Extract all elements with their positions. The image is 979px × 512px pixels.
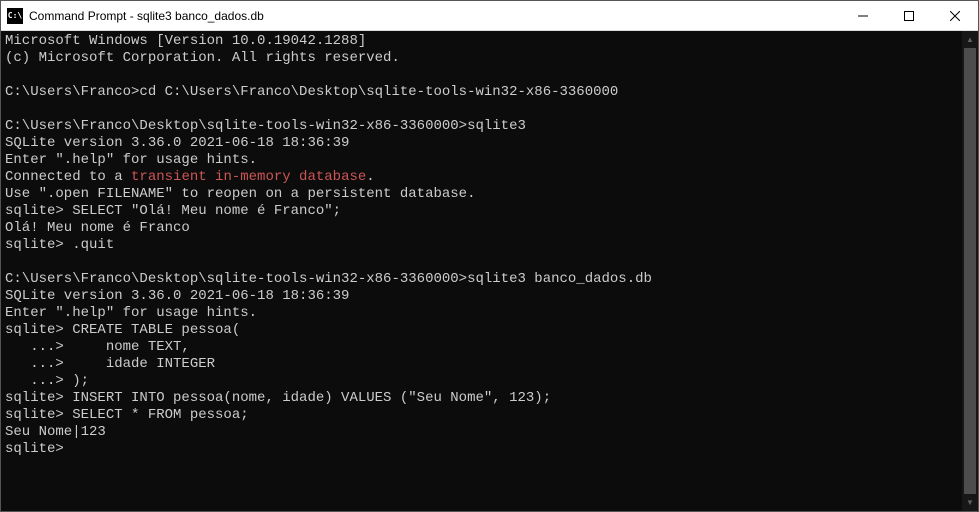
terminal-line xyxy=(5,254,958,271)
terminal-output[interactable]: Microsoft Windows [Version 10.0.19042.12… xyxy=(1,31,962,511)
terminal-line: sqlite> SELECT "Olá! Meu nome é Franco"; xyxy=(5,203,958,220)
scroll-up-arrow-icon[interactable]: ▲ xyxy=(962,31,978,48)
titlebar[interactable]: C:\ Command Prompt - sqlite3 banco_dados… xyxy=(1,1,978,31)
close-button[interactable] xyxy=(932,1,978,30)
terminal-line: sqlite> INSERT INTO pessoa(nome, idade) … xyxy=(5,390,958,407)
terminal-text: . xyxy=(366,169,374,185)
terminal-line: Connected to a transient in-memory datab… xyxy=(5,169,958,186)
maximize-button[interactable] xyxy=(886,1,932,30)
terminal-text-highlight: transient in-memory database xyxy=(131,169,366,185)
terminal-line xyxy=(5,67,958,84)
terminal-line: SQLite version 3.36.0 2021-06-18 18:36:3… xyxy=(5,135,958,152)
window-title: Command Prompt - sqlite3 banco_dados.db xyxy=(29,9,840,23)
terminal-line: sqlite> CREATE TABLE pessoa( xyxy=(5,322,958,339)
terminal-text: Connected to a xyxy=(5,169,131,185)
terminal-line: C:\Users\Franco>cd C:\Users\Franco\Deskt… xyxy=(5,84,958,101)
terminal-line: Use ".open FILENAME" to reopen on a pers… xyxy=(5,186,958,203)
command-prompt-window: C:\ Command Prompt - sqlite3 banco_dados… xyxy=(0,0,979,512)
scrollbar[interactable]: ▲ ▼ xyxy=(962,31,978,511)
terminal-line xyxy=(5,101,958,118)
cmd-icon: C:\ xyxy=(7,8,23,24)
terminal-line: SQLite version 3.36.0 2021-06-18 18:36:3… xyxy=(5,288,958,305)
window-controls xyxy=(840,1,978,30)
terminal-line: C:\Users\Franco\Desktop\sqlite-tools-win… xyxy=(5,118,958,135)
terminal-line: sqlite> SELECT * FROM pessoa; xyxy=(5,407,958,424)
terminal-line: ...> ); xyxy=(5,373,958,390)
terminal-line: Seu Nome|123 xyxy=(5,424,958,441)
terminal-line: sqlite> .quit xyxy=(5,237,958,254)
terminal-line: Microsoft Windows [Version 10.0.19042.12… xyxy=(5,33,958,50)
terminal-line: sqlite> xyxy=(5,441,958,458)
terminal-line: ...> idade INTEGER xyxy=(5,356,958,373)
minimize-button[interactable] xyxy=(840,1,886,30)
terminal-line: C:\Users\Franco\Desktop\sqlite-tools-win… xyxy=(5,271,958,288)
scroll-down-arrow-icon[interactable]: ▼ xyxy=(962,494,978,511)
terminal-line: Olá! Meu nome é Franco xyxy=(5,220,958,237)
terminal-line: (c) Microsoft Corporation. All rights re… xyxy=(5,50,958,67)
terminal-line: Enter ".help" for usage hints. xyxy=(5,152,958,169)
terminal-line: ...> nome TEXT, xyxy=(5,339,958,356)
terminal-line: Enter ".help" for usage hints. xyxy=(5,305,958,322)
terminal-wrapper: Microsoft Windows [Version 10.0.19042.12… xyxy=(1,31,978,511)
scroll-track[interactable] xyxy=(962,48,978,494)
scroll-thumb[interactable] xyxy=(964,48,976,494)
